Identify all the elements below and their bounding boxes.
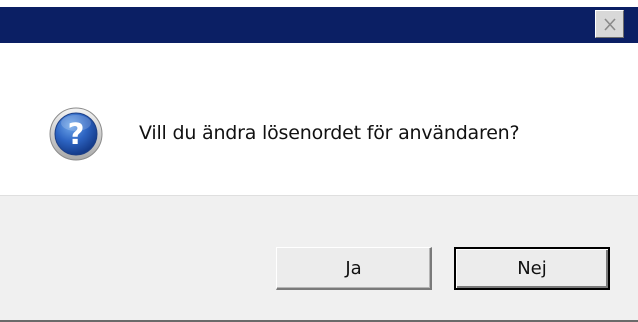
close-x-icon <box>603 17 616 31</box>
dialog-message: Vill du ändra lösenordet för användaren? <box>139 122 520 144</box>
close-button[interactable] <box>595 10 624 38</box>
title-bar <box>0 0 638 50</box>
dialog-content: ? Vill du ändra lösenordet för användare… <box>0 50 638 195</box>
svg-text:?: ? <box>68 117 85 151</box>
no-button[interactable]: Nej <box>454 247 610 290</box>
confirm-dialog: ? Vill du ändra lösenordet för användare… <box>0 0 638 322</box>
yes-button[interactable]: Ja <box>276 247 432 290</box>
button-bar: Ja Nej <box>0 195 638 322</box>
title-bar-fill <box>0 7 638 43</box>
question-icon: ? <box>49 107 103 161</box>
